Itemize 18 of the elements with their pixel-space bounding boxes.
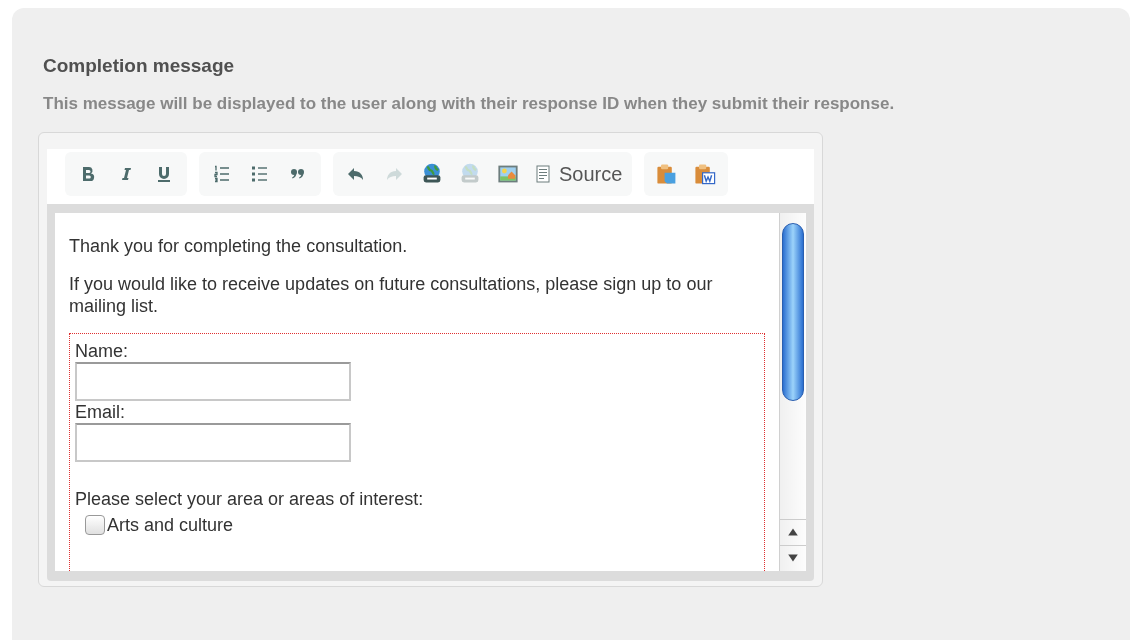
section-title: Completion message (42, 54, 236, 78)
paragraph: Thank you for completing the consultation. (69, 234, 409, 257)
checkbox[interactable] (85, 514, 105, 535)
source-button[interactable]: Source (529, 159, 627, 189)
scrollbar-thumb[interactable] (782, 222, 804, 401)
text-field[interactable] (75, 422, 351, 462)
bulleted-list-icon (250, 164, 270, 184)
field-label: Email: (75, 400, 126, 423)
document-icon (533, 164, 553, 184)
paragraph: If you would like to receive updates on future consultations, please sign up to our mailing list. (69, 272, 714, 317)
section-description: This message will be displayed to the user along with their response ID when they submit their response. (42, 92, 896, 115)
numbered-list-icon (212, 164, 232, 184)
interest-prompt: Please select your area or areas of interest: (75, 487, 425, 510)
checkbox-label: Arts and culture (107, 513, 234, 536)
paste-word-icon (693, 162, 718, 186)
scrollbar[interactable] (779, 212, 806, 571)
text-field[interactable] (75, 361, 351, 401)
field-label: Name: (75, 339, 129, 362)
